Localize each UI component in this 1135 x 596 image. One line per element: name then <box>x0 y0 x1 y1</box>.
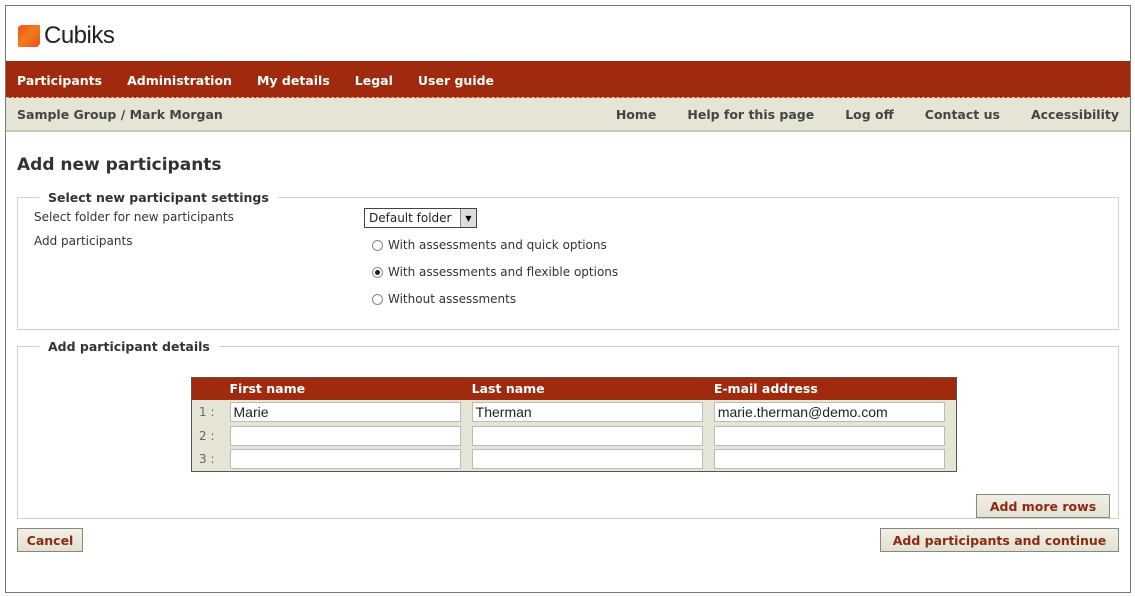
row-number: 2 : <box>199 428 215 443</box>
settings-legend: Select new participant settings <box>48 190 269 205</box>
folder-row: Select folder for new participants Defau… <box>18 208 1118 234</box>
option-flexible[interactable]: With assessments and flexible options <box>372 265 618 279</box>
cubiks-logo-icon <box>18 25 40 47</box>
participants-table: First name Last name E-mail address 1 : … <box>191 377 957 472</box>
rownum-header <box>191 377 230 400</box>
option-quick[interactable]: With assessments and quick options <box>372 238 607 252</box>
link-contact-us[interactable]: Contact us <box>925 107 1000 122</box>
logo: Cubiks <box>18 22 115 50</box>
add-participants-label: Add participants <box>34 234 133 248</box>
table-row: 3 : <box>192 448 957 472</box>
add-and-continue-button[interactable]: Add participants and continue <box>880 528 1119 552</box>
utility-links: Home Help for this page Log off Contact … <box>616 107 1119 122</box>
folder-label: Select folder for new participants <box>34 210 234 224</box>
settings-fieldset: Select new participant settings Select f… <box>17 190 1119 330</box>
radio-icon[interactable] <box>372 293 383 305</box>
sub-nav: Sample Group / Mark Morgan Home Help for… <box>6 98 1130 132</box>
cancel-button[interactable]: Cancel <box>17 528 83 552</box>
link-log-off[interactable]: Log off <box>845 107 894 122</box>
first-name-input[interactable] <box>229 449 461 470</box>
link-help[interactable]: Help for this page <box>687 107 814 122</box>
last-name-input[interactable] <box>471 449 703 470</box>
email-input[interactable]: marie.therman@demo.com <box>713 401 945 422</box>
main-nav: Participants Administration My details L… <box>6 61 1130 98</box>
first-name-input[interactable] <box>229 425 461 446</box>
link-accessibility[interactable]: Accessibility <box>1031 107 1119 122</box>
option-label: With assessments and flexible options <box>388 265 619 279</box>
option-label: With assessments and quick options <box>388 238 607 252</box>
radio-icon[interactable] <box>372 239 383 251</box>
page-title: Add new participants <box>17 155 222 175</box>
details-fieldset: Add participant details First name Last … <box>17 339 1119 519</box>
table-row: 2 : <box>192 424 957 448</box>
add-more-rows-button[interactable]: Add more rows <box>976 494 1110 518</box>
last-name-input[interactable] <box>471 425 703 446</box>
nav-user-guide[interactable]: User guide <box>418 73 494 88</box>
content: Add new participants Select new particip… <box>6 155 1130 552</box>
email-input[interactable] <box>713 425 945 446</box>
option-label: Without assessments <box>388 292 517 306</box>
table-header: First name Last name E-mail address <box>191 377 957 400</box>
table-row: 1 : Marie Therman marie.therman@demo.com <box>192 400 957 424</box>
nav-administration[interactable]: Administration <box>127 73 232 88</box>
col-first-name: First name <box>229 377 472 400</box>
row-number: 3 : <box>199 452 215 467</box>
row-number: 1 : <box>199 404 215 419</box>
option-without[interactable]: Without assessments <box>372 292 516 306</box>
col-last-name: Last name <box>471 377 714 400</box>
nav-participants[interactable]: Participants <box>17 73 102 88</box>
nav-my-details[interactable]: My details <box>257 73 330 88</box>
header: Cubiks <box>6 6 1130 61</box>
app-window: Cubiks Participants Administration My de… <box>5 5 1131 593</box>
logo-text: Cubiks <box>44 22 115 49</box>
radio-checked-icon[interactable] <box>372 266 383 278</box>
link-home[interactable]: Home <box>616 107 657 122</box>
folder-select[interactable]: Default folder ▼ <box>364 208 477 228</box>
email-input[interactable] <box>713 449 945 470</box>
last-name-input[interactable]: Therman <box>471 401 703 422</box>
add-mode-row: Add participants With assessments and qu… <box>18 234 1118 318</box>
details-legend: Add participant details <box>48 339 210 354</box>
col-email: E-mail address <box>713 377 957 400</box>
footer-actions: Cancel Add participants and continue <box>17 519 1119 552</box>
first-name-input[interactable]: Marie <box>229 401 461 422</box>
nav-legal[interactable]: Legal <box>355 73 393 88</box>
breadcrumb: Sample Group / Mark Morgan <box>17 106 223 122</box>
folder-select-value: Default folder <box>369 211 452 225</box>
dropdown-arrow-icon: ▼ <box>460 209 476 227</box>
